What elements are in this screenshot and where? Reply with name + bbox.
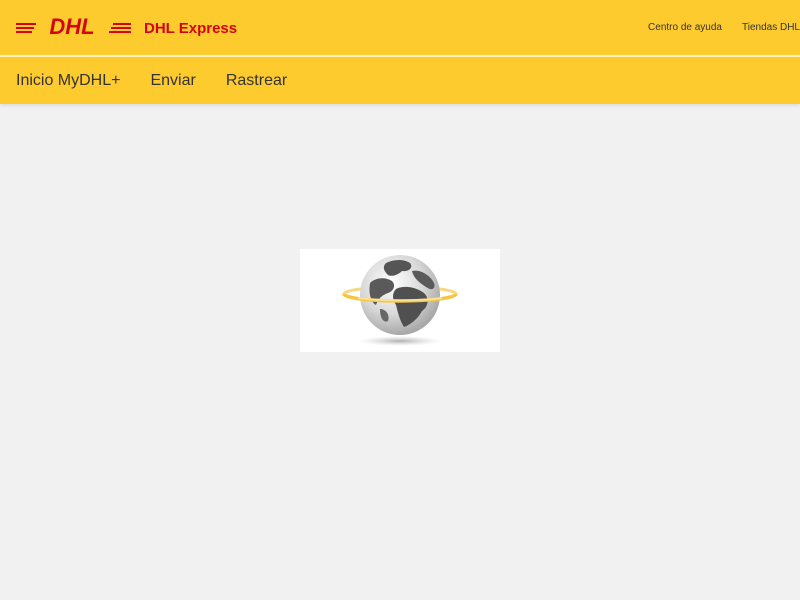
loading-indicator (300, 249, 500, 352)
dhl-stores-link[interactable]: Tiendas DHL (722, 22, 800, 33)
nav-item-track[interactable]: Rastrear (210, 57, 287, 104)
nav-item-home[interactable]: Inicio MyDHL+ (0, 57, 120, 104)
header: DHL DHL Express Centro de ayuda Tiendas … (0, 0, 800, 104)
brand-name: DHL Express (144, 20, 238, 37)
logo-text: DHL (49, 14, 94, 39)
nav-item-ship[interactable]: Enviar (134, 57, 195, 104)
main-nav: Inicio MyDHL+ Enviar Rastrear (0, 57, 800, 104)
dhl-logo[interactable]: DHL (16, 14, 131, 40)
top-bar: DHL DHL Express Centro de ayuda Tiendas … (0, 0, 800, 55)
globe-icon (342, 255, 458, 346)
top-links: Centro de ayuda Tiendas DHL (628, 22, 800, 33)
help-center-link[interactable]: Centro de ayuda (628, 22, 722, 33)
